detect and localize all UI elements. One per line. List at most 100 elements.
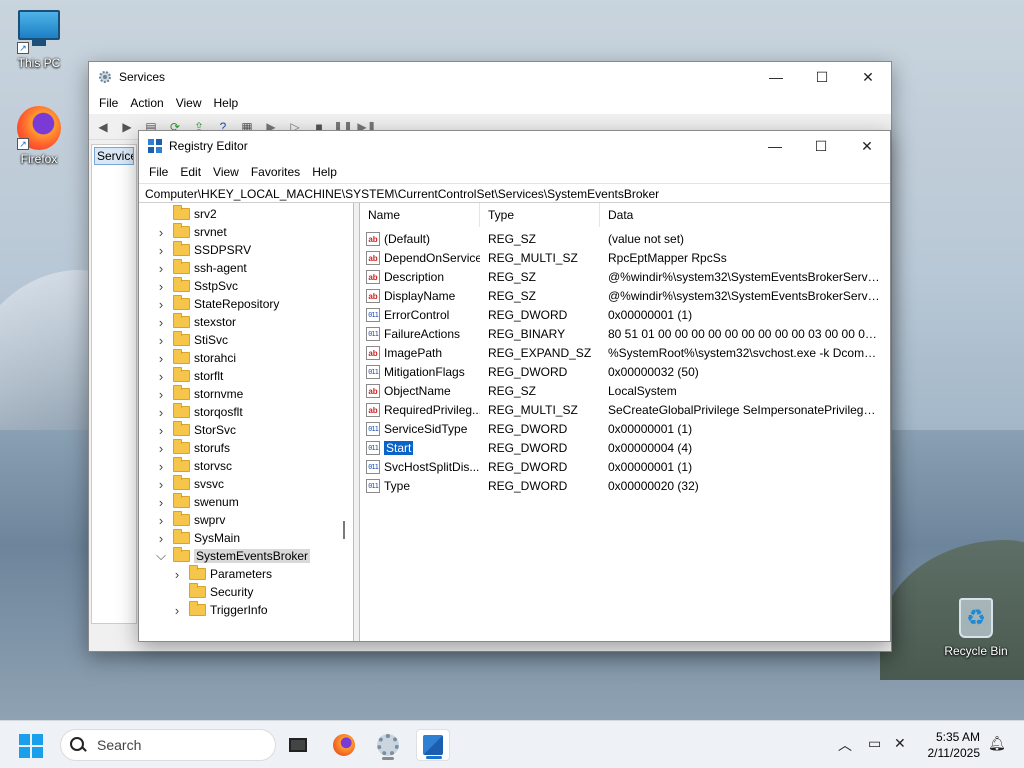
taskbar-search-box[interactable]: Search bbox=[60, 729, 276, 761]
tree-node[interactable]: › srvnet bbox=[139, 223, 353, 241]
tree-node[interactable]: ⌵ SystemEventsBroker bbox=[139, 547, 353, 565]
task-view-button[interactable] bbox=[281, 729, 315, 761]
tree-node[interactable]: › SstpSvc bbox=[139, 277, 353, 295]
taskbar-firefox[interactable] bbox=[327, 729, 361, 761]
tree-node[interactable]: › stexstor bbox=[139, 313, 353, 331]
notification-bell-icon[interactable]: 🔔︎ bbox=[988, 735, 1006, 752]
chevron-right-icon[interactable]: › bbox=[155, 495, 167, 510]
registry-key-tree[interactable]: srv2 › srvnet › SSDPSRV › ssh-agent › SstpSvc › St… bbox=[139, 203, 354, 641]
chevron-right-icon[interactable]: › bbox=[155, 315, 167, 330]
desktop-icon-firefox[interactable]: ↗ Firefox bbox=[4, 106, 74, 166]
value-row[interactable]: ab ObjectName REG_SZ LocalSystem bbox=[360, 381, 890, 400]
menu-help[interactable]: Help bbox=[306, 161, 343, 183]
services-local-node[interactable]: Services (Local) bbox=[94, 147, 134, 165]
close-button[interactable]: ✕ bbox=[844, 131, 890, 161]
tree-node[interactable]: › storqosflt bbox=[139, 403, 353, 421]
value-row[interactable]: 011 ErrorControl REG_DWORD 0x00000001 (1) bbox=[360, 305, 890, 324]
value-row[interactable]: ab (Default) REG_SZ (value not set) bbox=[360, 229, 890, 248]
chevron-right-icon[interactable]: › bbox=[155, 279, 167, 294]
value-row[interactable]: 011 SvcHostSplitDis... REG_DWORD 0x00000001… bbox=[360, 457, 890, 476]
back-arrow-icon[interactable]: ◀ bbox=[93, 117, 113, 137]
tree-node[interactable]: › TriggerInfo bbox=[139, 601, 353, 619]
column-header-name[interactable]: Name bbox=[360, 203, 480, 227]
maximize-button[interactable]: ☐ bbox=[799, 62, 845, 92]
chevron-right-icon[interactable]: › bbox=[155, 225, 167, 240]
column-header-data[interactable]: Data bbox=[600, 203, 890, 227]
menu-view[interactable]: View bbox=[170, 92, 208, 114]
chevron-right-icon[interactable]: › bbox=[155, 441, 167, 456]
tree-node[interactable]: › SSDPSRV bbox=[139, 241, 353, 259]
chevron-right-icon[interactable]: › bbox=[155, 477, 167, 492]
regedit-titlebar[interactable]: Registry Editor — ☐ ✕ bbox=[139, 131, 890, 161]
chevron-right-icon[interactable]: › bbox=[155, 333, 167, 348]
value-row[interactable]: 011 MitigationFlags REG_DWORD 0x00000032 (5… bbox=[360, 362, 890, 381]
value-row[interactable]: 011 FailureActions REG_BINARY 80 51 01 00 0… bbox=[360, 324, 890, 343]
value-row[interactable]: ab ImagePath REG_EXPAND_SZ %SystemRoot%\sys… bbox=[360, 343, 890, 362]
menu-file[interactable]: File bbox=[143, 161, 174, 183]
chevron-right-icon[interactable]: › bbox=[155, 243, 167, 258]
chevron-right-icon[interactable]: › bbox=[155, 261, 167, 276]
tree-node[interactable]: Security bbox=[139, 583, 353, 601]
tree-node[interactable]: › storflt bbox=[139, 367, 353, 385]
chevron-right-icon[interactable]: › bbox=[171, 567, 183, 582]
taskbar-registry-editor[interactable] bbox=[416, 729, 450, 761]
chevron-right-icon[interactable]: › bbox=[155, 351, 167, 366]
menu-favorites[interactable]: Favorites bbox=[245, 161, 306, 183]
value-row[interactable]: ab Description REG_SZ @%windir%\system32\Sy… bbox=[360, 267, 890, 286]
minimize-button[interactable]: — bbox=[752, 131, 798, 161]
services-titlebar[interactable]: Services — ☐ ✕ bbox=[89, 62, 891, 92]
chevron-up-icon[interactable]: ︿ bbox=[838, 735, 852, 755]
menu-action[interactable]: Action bbox=[124, 92, 169, 114]
tree-node[interactable]: › svsvc bbox=[139, 475, 353, 493]
tree-node[interactable]: › StateRepository bbox=[139, 295, 353, 313]
chevron-right-icon[interactable]: › bbox=[155, 459, 167, 474]
menu-view[interactable]: View bbox=[207, 161, 245, 183]
network-icon[interactable]: ▭ bbox=[868, 735, 881, 752]
tree-node[interactable]: › SysMain bbox=[139, 529, 353, 547]
address-bar[interactable]: Computer\HKEY_LOCAL_MACHINE\SYSTEM\Curre… bbox=[139, 183, 890, 203]
close-button[interactable]: ✕ bbox=[845, 62, 891, 92]
tree-scrollbar-vertical[interactable] bbox=[343, 521, 345, 539]
taskbar-clock[interactable]: 5:35 AM 2/11/2025 bbox=[914, 729, 981, 761]
tree-node[interactable]: › StorSvc bbox=[139, 421, 353, 439]
column-header-type[interactable]: Type bbox=[480, 203, 600, 227]
tree-node[interactable]: › storvsc bbox=[139, 457, 353, 475]
menu-file[interactable]: File bbox=[93, 92, 124, 114]
chevron-right-icon[interactable]: › bbox=[155, 513, 167, 528]
chevron-down-icon[interactable]: ⌵ bbox=[155, 548, 167, 564]
chevron-right-icon[interactable]: › bbox=[155, 297, 167, 312]
value-row[interactable]: ab DependOnService REG_MULTI_SZ RpcEptMappe… bbox=[360, 248, 890, 267]
registry-editor-window[interactable]: Registry Editor — ☐ ✕ File Edit View Fav… bbox=[138, 130, 891, 642]
tree-node[interactable]: › swenum bbox=[139, 493, 353, 511]
value-row[interactable]: 011 ServiceSidType REG_DWORD 0x00000001 (1) bbox=[360, 419, 890, 438]
chevron-right-icon[interactable]: › bbox=[155, 369, 167, 384]
menu-edit[interactable]: Edit bbox=[174, 161, 207, 183]
tree-node[interactable]: › swprv bbox=[139, 511, 353, 529]
chevron-right-icon[interactable]: › bbox=[155, 531, 167, 546]
minimize-button[interactable]: — bbox=[753, 62, 799, 92]
desktop-icon-this-pc[interactable]: ↗ This PC bbox=[4, 10, 74, 70]
tree-node[interactable]: › storufs bbox=[139, 439, 353, 457]
taskbar-services[interactable] bbox=[371, 729, 405, 761]
value-row[interactable]: ab DisplayName REG_SZ @%windir%\system32\Sy… bbox=[360, 286, 890, 305]
tree-node[interactable]: › ssh-agent bbox=[139, 259, 353, 277]
forward-arrow-icon[interactable]: ▶ bbox=[117, 117, 137, 137]
chevron-right-icon[interactable]: › bbox=[155, 405, 167, 420]
volume-muted-icon[interactable]: ✕ bbox=[894, 735, 906, 752]
value-row[interactable]: 011 Start REG_DWORD 0x00000004 (4) bbox=[360, 438, 890, 457]
tree-node[interactable]: › stornvme bbox=[139, 385, 353, 403]
value-row[interactable]: ab RequiredPrivileg... REG_MULTI_SZ SeCreat… bbox=[360, 400, 890, 419]
menu-help[interactable]: Help bbox=[208, 92, 245, 114]
tree-node[interactable]: › storahci bbox=[139, 349, 353, 367]
chevron-right-icon[interactable]: › bbox=[155, 387, 167, 402]
maximize-button[interactable]: ☐ bbox=[798, 131, 844, 161]
tree-node[interactable]: › Parameters bbox=[139, 565, 353, 583]
start-button[interactable] bbox=[19, 734, 43, 758]
registry-values-list[interactable]: Name Type Data ab (Default) REG_SZ (value n… bbox=[359, 203, 890, 641]
tree-node[interactable]: › StiSvc bbox=[139, 331, 353, 349]
chevron-right-icon[interactable]: › bbox=[171, 603, 183, 618]
chevron-right-icon[interactable]: › bbox=[155, 423, 167, 438]
desktop-icon-recycle-bin[interactable]: ♻ Recycle Bin bbox=[940, 598, 1012, 658]
value-row[interactable]: 011 Type REG_DWORD 0x00000020 (32) bbox=[360, 476, 890, 495]
tree-node[interactable]: srv2 bbox=[139, 205, 353, 223]
